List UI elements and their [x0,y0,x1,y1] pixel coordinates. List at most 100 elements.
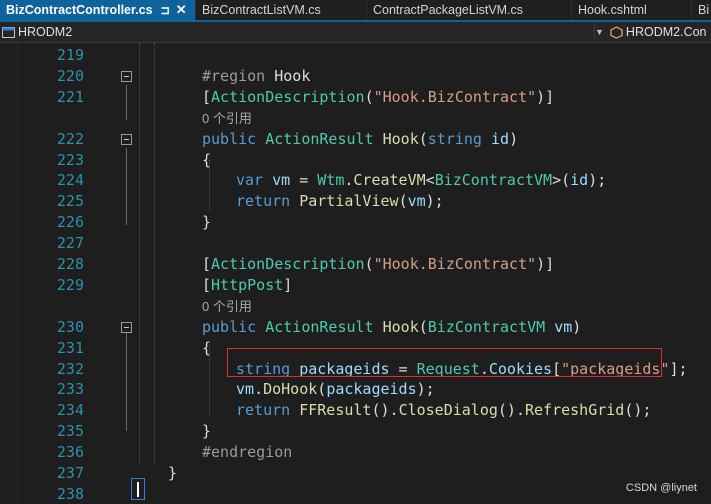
tab-label: Hook.cshtml [578,3,647,17]
code-text[interactable]: } [202,212,211,233]
code-line: 223{ [0,150,711,171]
code-text[interactable]: return PartialView(vm); [236,191,444,212]
code-token: ( [398,192,408,211]
member-name: HRODM2.Con [625,25,707,39]
outline-line [126,333,127,431]
code-text[interactable]: [ActionDescription("Hook.BizContract")] [202,87,554,108]
code-token: ( [364,87,374,106]
codelens-row: 0 个引用 [0,296,711,317]
highlight-annotation [227,348,662,377]
outline-line [126,148,127,225]
line-number: 227 [56,234,84,253]
code-token: vm [272,171,291,190]
code-token: ) [572,317,582,336]
code-token: RefreshGrid [525,401,625,420]
code-token: (); [624,401,652,420]
code-token: public [202,317,266,336]
line-number: 233 [56,380,84,399]
outline-line [126,85,127,120]
code-text[interactable]: var vm = Wtm.CreateVM<BizContractVM>(id)… [236,170,606,191]
code-token: } [202,213,212,232]
document-tab-bar: BizContractController.cs ⊐ ✕ BizContract… [0,0,711,22]
collapse-icon[interactable] [121,70,132,82]
code-token: } [202,422,212,441]
code-token: Hook [274,66,311,85]
project-dropdown[interactable]: HRODM2 [0,22,72,42]
tab-label: Bi [698,3,710,17]
code-token: string [427,129,491,148]
line-number: 232 [56,359,84,378]
code-token: ); [425,192,444,211]
member-dropdown[interactable]: ▼ HRODM2.Con [594,22,707,42]
code-text[interactable]: [ActionDescription("Hook.BizContract")] [202,254,554,275]
code-token: ActionDescription [211,255,365,273]
code-token: FFResult [299,401,372,420]
code-token: [ [202,275,212,294]
code-line: 221 [ActionDescription("Hook.BizContract"… [0,87,711,108]
chevron-down-icon: ▼ [595,27,604,37]
code-editor[interactable]: 219 220 #region Hook 221 [ActionDescription(… [0,43,711,504]
code-text[interactable]: #endregion [202,442,292,463]
navigation-bar: HRODM2 ▼ HRODM2.Con [0,22,711,43]
reference-count[interactable]: 0 个引用 [202,296,252,317]
code-token: [ [202,87,212,106]
code-line: 219 [0,45,711,66]
line-number: 221 [56,87,84,106]
line-number: 234 [56,401,84,420]
code-token: ); [588,171,607,190]
collapse-icon[interactable] [121,321,132,333]
code-token: CreateVM [353,171,426,190]
codelens-row: 0 个引用 [0,108,711,129]
tab-hook-cshtml[interactable]: Hook.cshtml [572,0,692,20]
code-token: PartialView [299,192,399,211]
code-token: Hook [382,129,419,148]
code-line: 230 public ActionResult Hook(BizContractV… [0,317,711,338]
line-number: 229 [56,275,84,294]
code-token: ( [418,317,428,336]
code-token: HttpPost [211,275,284,294]
code-token: (). [497,401,525,420]
code-token: ]; [669,359,688,378]
line-number: 220 [56,66,84,85]
tab-bizcontractcontroller[interactable]: BizContractController.cs ⊐ ✕ [0,0,196,20]
code-token: ActionResult [265,129,383,148]
pin-icon[interactable]: ⊐ [161,4,170,17]
code-line: 229 [HttpPost] [0,275,711,296]
reference-count[interactable]: 0 个引用 [202,108,252,129]
line-number: 231 [56,338,84,357]
code-text[interactable]: public ActionResult Hook(BizContractVM v… [202,317,581,338]
code-line: 225 return PartialView(vm); [0,191,711,212]
indent-guide [154,43,155,463]
line-number: 224 [56,171,84,190]
close-icon[interactable]: ✕ [176,2,187,18]
code-token: } [168,464,178,482]
project-name: HRODM2 [18,25,73,39]
tab-overflow[interactable]: Bi [692,0,711,20]
code-text[interactable]: [HttpPost] [202,275,292,296]
line-number: 223 [56,150,84,169]
line-number: 235 [56,422,84,441]
code-token: ( [418,129,428,148]
code-token: < [425,171,435,190]
code-token: return [236,192,300,211]
code-token: id [570,171,589,190]
code-text[interactable]: vm.DoHook(packageids); [236,379,435,400]
code-text[interactable]: } [202,421,211,442]
code-token: #region [202,66,275,85]
code-line: 235} [0,421,711,442]
tab-bizcontractlistvm[interactable]: BizContractListVM.cs [196,0,367,20]
code-token: BizContractVM [434,171,553,190]
code-line: 234 return FFResult().CloseDialog().Refre… [0,400,711,421]
code-text[interactable]: public ActionResult Hook(string id) [202,129,518,150]
code-line: 224 var vm = Wtm.CreateVM<BizContractVM>(… [0,170,711,191]
collapse-icon[interactable] [121,133,132,145]
line-number: 228 [56,255,84,273]
tab-contractpackagelistvm[interactable]: ContractPackageListVM.cs [367,0,572,20]
line-number: 225 [56,192,84,211]
code-token: #endregion [202,443,293,462]
code-text[interactable]: #region Hook [202,66,310,87]
code-text[interactable]: return FFResult().CloseDialog().RefreshG… [236,400,651,421]
code-token: ); [416,380,435,399]
line-number: 237 [56,464,84,482]
code-text[interactable]: } [168,463,177,484]
